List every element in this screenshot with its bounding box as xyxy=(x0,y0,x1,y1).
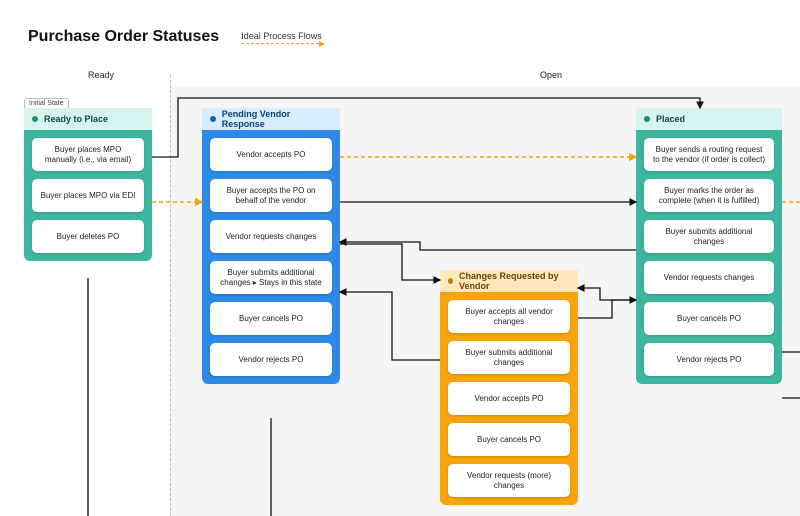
flow-card: Buyer places MPO via EDI xyxy=(32,179,144,212)
flow-card: Vendor requests changes xyxy=(644,261,774,294)
lane-ready-to-place: Ready to Place Buyer places MPO manually… xyxy=(24,108,152,261)
lane-title: Pending Vendor Response xyxy=(222,109,332,129)
legend-arrow xyxy=(241,43,319,44)
header: Purchase Order Statuses Ideal Process Fl… xyxy=(28,28,322,46)
flow-card: Buyer submits additional changes xyxy=(644,220,774,253)
flow-card: Vendor requests (more) changes xyxy=(448,464,570,497)
flow-card: Vendor rejects PO xyxy=(210,343,332,376)
flow-card: Buyer sends a routing request to the ven… xyxy=(644,138,774,171)
dot-icon xyxy=(644,116,650,122)
lane-header: Changes Requested by Vendor xyxy=(440,270,578,292)
zone-divider xyxy=(170,75,171,516)
dot-icon xyxy=(210,116,216,122)
flow-card: Buyer submits additional changes ▸ Stays… xyxy=(210,261,332,294)
lane-changes-requested: Changes Requested by Vendor Buyer accept… xyxy=(440,270,578,505)
lane-title: Placed xyxy=(656,114,685,124)
flow-card: Vendor rejects PO xyxy=(644,343,774,376)
page-title: Purchase Order Statuses xyxy=(28,28,219,46)
lane-title: Ready to Place xyxy=(44,114,108,124)
flow-card: Vendor accepts PO xyxy=(210,138,332,171)
flow-card: Buyer cancels PO xyxy=(210,302,332,335)
flow-card: Vendor requests changes xyxy=(210,220,332,253)
dot-icon xyxy=(448,278,453,284)
dot-icon xyxy=(32,116,38,122)
legend-label: Ideal Process Flows xyxy=(241,31,322,41)
lane-title: Changes Requested by Vendor xyxy=(459,271,570,291)
lane-placed: Placed Buyer sends a routing request to … xyxy=(636,108,782,384)
legend: Ideal Process Flows xyxy=(241,31,322,44)
lane-pending-vendor: Pending Vendor Response Vendor accepts P… xyxy=(202,108,340,384)
flow-card: Buyer cancels PO xyxy=(644,302,774,335)
flow-card: Buyer accepts the PO on behalf of the ve… xyxy=(210,179,332,212)
flow-card: Buyer submits additional changes xyxy=(448,341,570,374)
lane-header: Ready to Place xyxy=(24,108,152,130)
flow-card: Buyer accepts all vendor changes xyxy=(448,300,570,333)
zone-label-open: Open xyxy=(540,70,562,80)
flow-card: Buyer cancels PO xyxy=(448,423,570,456)
flow-card: Buyer places MPO manually (i.e., via ema… xyxy=(32,138,144,171)
zone-label-ready: Ready xyxy=(88,70,114,80)
lane-header: Pending Vendor Response xyxy=(202,108,340,130)
flow-card: Vendor accepts PO xyxy=(448,382,570,415)
flow-card: Buyer marks the order as complete (when … xyxy=(644,179,774,212)
flow-card: Buyer deletes PO xyxy=(32,220,144,253)
lane-header: Placed xyxy=(636,108,782,130)
